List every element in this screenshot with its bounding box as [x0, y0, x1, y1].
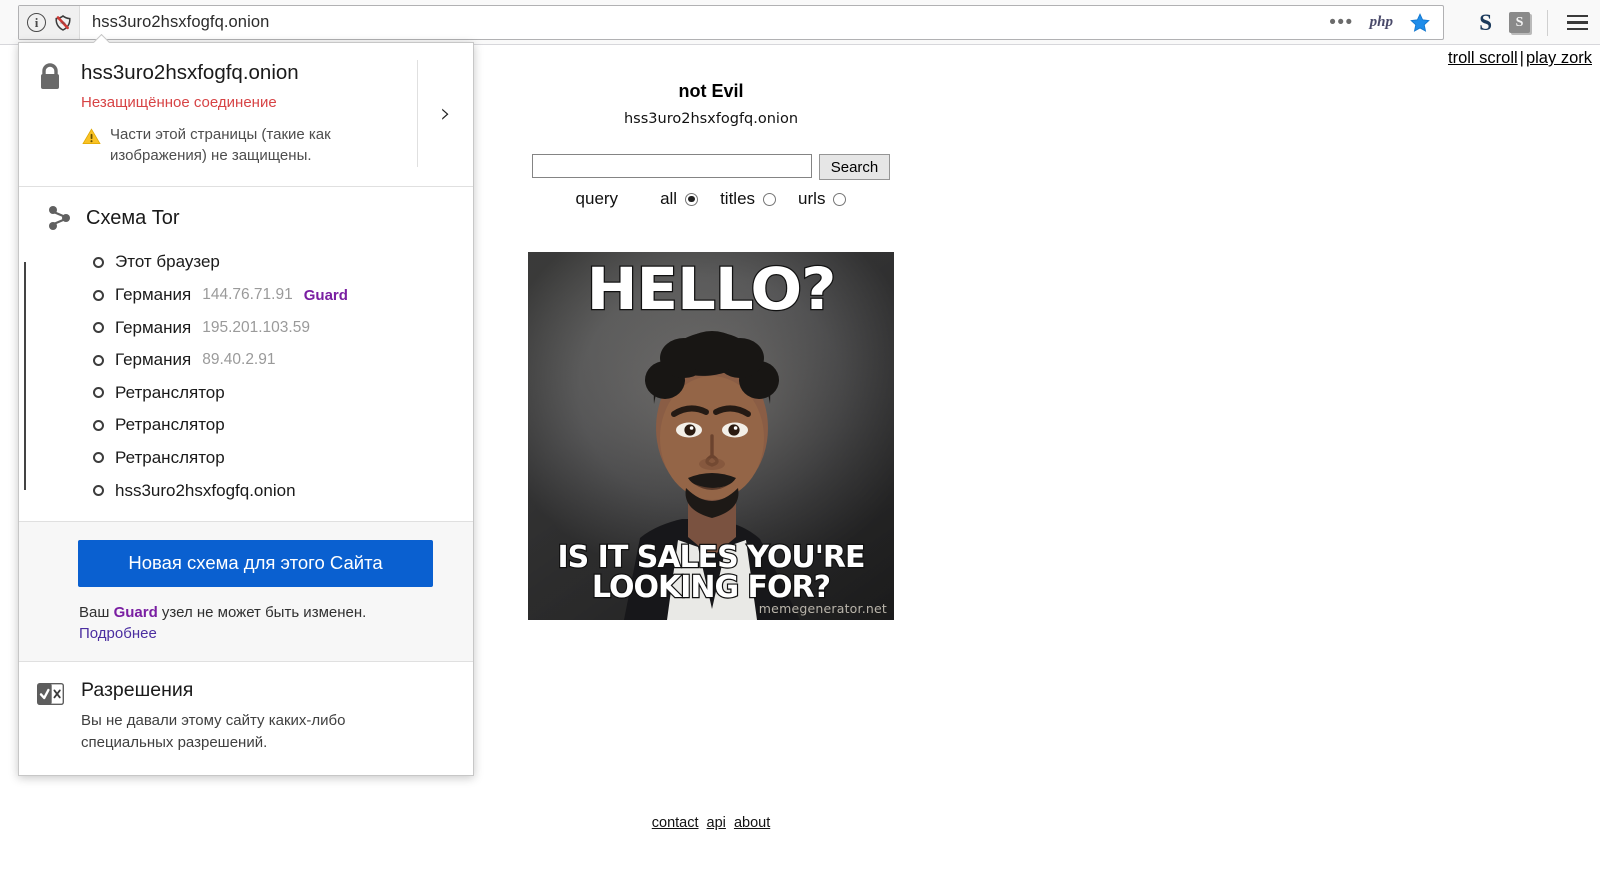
scope-label-all: all [660, 189, 678, 208]
footer-link-api[interactable]: api [707, 815, 726, 831]
circuit-node: Германия 195.201.103.59 [93, 311, 473, 344]
extension-sbox-label: S [1515, 14, 1524, 30]
meme-watermark: memegenerator.net [758, 601, 887, 616]
new-circuit-button[interactable]: Новая схема для этого Сайта [78, 539, 433, 587]
circuit-node-dot [93, 354, 104, 366]
identity-body: hss3uro2hsxfogfq.onion Незащищённое соед… [81, 60, 417, 167]
footer-link-contact[interactable]: contact [652, 815, 699, 831]
identity-warning: Части этой страницы (такие как изображен… [81, 124, 407, 168]
footer-link-about[interactable]: about [734, 815, 770, 831]
scope-option-urls[interactable]: urls [798, 189, 847, 209]
circuit-node-label: Ретранслятор [115, 447, 225, 467]
circuit-node: Этот браузер [93, 246, 473, 279]
hamburger-icon[interactable] [1565, 13, 1590, 33]
circuit-connector-line [24, 262, 26, 491]
permissions-icon [19, 679, 81, 754]
top-links-separator: | [1519, 49, 1524, 67]
circuit-node: Ретранслятор [93, 377, 473, 410]
guard-note-suffix: узел не может быть изменен. [157, 603, 367, 621]
permissions-text: Вы не давали этому сайту каких-либо спец… [81, 711, 346, 751]
php-icon[interactable]: php [1370, 14, 1393, 31]
circuit-node-label: Германия [115, 317, 192, 337]
scope-label-titles: titles [720, 189, 756, 208]
play-zork-link[interactable]: play zork [1526, 49, 1592, 67]
scope-option-all[interactable]: all [660, 189, 699, 209]
circuit-node: Ретранслятор [93, 442, 473, 475]
meme-image: HELLO? IS IT SALES YOU'RE LOOKING FOR? m… [528, 252, 894, 620]
circuit-node-label: Германия [115, 285, 192, 305]
lock-icon [19, 60, 81, 167]
scope-option-titles[interactable]: titles [720, 189, 777, 209]
browser-toolbar: i hss3uro2hsxfogfq.onion ••• php S S [0, 0, 1600, 45]
search-button[interactable]: Search [818, 154, 891, 180]
circuit-node: Германия 144.76.71.91 Guard [93, 279, 473, 312]
circuit-node-label: Ретранслятор [115, 415, 225, 435]
meme-bottom-text: IS IT SALES YOU'RE LOOKING FOR? [556, 539, 866, 606]
circuit-node-dot [93, 289, 104, 301]
meme-top-text: HELLO? [585, 255, 837, 323]
circuit-node-label: Ретранслятор [115, 382, 225, 402]
permissions-section: Разрешения Вы не давали этому сайту каки… [19, 662, 473, 776]
identity-box[interactable]: i [19, 6, 80, 39]
extension-s-icon[interactable]: S [1479, 10, 1492, 36]
circuit-node-dot [93, 485, 104, 497]
circuit-node-label: Германия [115, 350, 192, 370]
extension-sbox-icon[interactable]: S [1509, 12, 1530, 33]
circuit-node-label: Этот браузер [115, 252, 220, 272]
radio-urls[interactable] [833, 192, 847, 206]
broken-shield-icon[interactable] [53, 13, 73, 33]
identity-status: Незащищённое соединение [81, 93, 277, 111]
search-input[interactable] [531, 154, 812, 178]
identity-warning-text: Части этой страницы (такие как изображен… [110, 125, 331, 165]
new-circuit-section: Новая схема для этого Сайта Ваш Guard уз… [19, 521, 473, 662]
circuit-node-guard-tag: Guard [303, 286, 348, 304]
url-text[interactable]: hss3uro2hsxfogfq.onion [80, 13, 269, 32]
circuit-node-dot [93, 256, 104, 268]
circuit-node-ip: 144.76.71.91 [202, 286, 293, 304]
info-circle-icon[interactable]: i [27, 13, 46, 32]
tor-circuit-list: Этот браузер Германия 144.76.71.91 Guard… [19, 246, 473, 507]
ellipsis-icon[interactable]: ••• [1329, 13, 1353, 32]
permissions-body: Разрешения Вы не давали этому сайту каки… [81, 679, 473, 754]
guard-note-prefix: Ваш [79, 603, 114, 621]
footer-links: contact api about [0, 815, 1422, 831]
circuit-share-icon [47, 204, 72, 232]
circuit-node: Германия 89.40.2.91 [93, 344, 473, 377]
circuit-node-dot [93, 452, 104, 464]
identity-expand-button[interactable]: › [417, 60, 473, 168]
top-links: troll scroll | play zork [1448, 49, 1592, 68]
scope-label-urls: urls [798, 189, 826, 208]
radio-titles[interactable] [763, 192, 777, 206]
permissions-title: Разрешения [81, 678, 194, 701]
circuit-node-dot [93, 419, 104, 431]
circuit-node-dot [93, 387, 104, 399]
chevron-right-icon: › [440, 98, 451, 130]
radio-all[interactable] [685, 192, 699, 206]
warning-triangle-icon [82, 128, 101, 144]
guard-note-tag: Guard [113, 603, 158, 621]
circuit-node-dot [93, 322, 104, 334]
tor-circuit-header: Схема Tor [19, 204, 473, 232]
site-identity-panel: hss3uro2hsxfogfq.onion Незащищённое соед… [18, 42, 474, 777]
tor-circuit-title: Схема Tor [86, 206, 180, 229]
identity-host: hss3uro2hsxfogfq.onion [81, 61, 299, 84]
star-icon[interactable] [1409, 12, 1431, 34]
circuit-node: Ретранслятор [93, 409, 473, 442]
panel-arrow [93, 34, 110, 43]
query-label: query [575, 189, 619, 208]
circuit-node: hss3uro2hsxfogfq.onion [93, 474, 473, 507]
tor-circuit-section: Схема Tor Этот браузер Германия 144.76.7… [19, 187, 473, 522]
learn-more-link[interactable]: Подробнее [79, 625, 157, 642]
url-bar-actions: ••• php [1329, 12, 1443, 34]
extension-toolbar: S S [1479, 0, 1590, 45]
circuit-node-label: hss3uro2hsxfogfq.onion [115, 480, 296, 500]
troll-scroll-link[interactable]: troll scroll [1448, 49, 1518, 67]
toolbar-divider [1547, 9, 1548, 36]
identity-section[interactable]: hss3uro2hsxfogfq.onion Незащищённое соед… [19, 43, 473, 188]
circuit-node-ip: 195.201.103.59 [202, 318, 310, 336]
circuit-node-ip: 89.40.2.91 [202, 351, 276, 369]
url-bar[interactable]: i hss3uro2hsxfogfq.onion ••• php [18, 5, 1444, 40]
guard-note: Ваш Guard узел не может быть изменен. [79, 604, 473, 621]
